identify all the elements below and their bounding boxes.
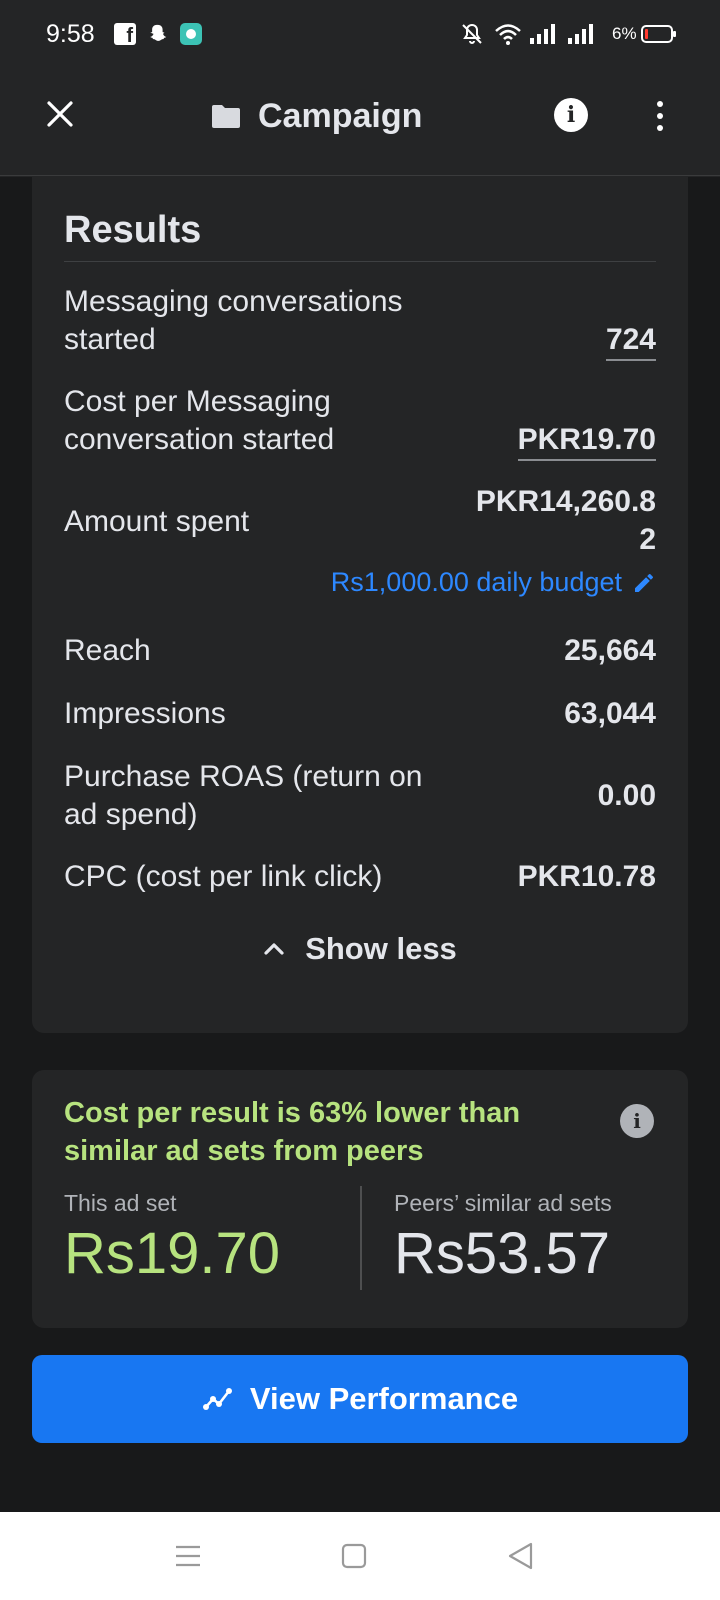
metric-label-impressions: Impressions xyxy=(64,697,226,730)
wifi-icon xyxy=(495,24,521,45)
ring-app-icon xyxy=(180,23,202,45)
folder-icon xyxy=(212,105,240,128)
more-options-button[interactable] xyxy=(640,96,680,136)
signal-icon-1 xyxy=(530,24,555,44)
mute-bell-icon xyxy=(462,23,482,44)
battery-percent: 6% xyxy=(612,24,637,43)
info-icon: i xyxy=(566,102,576,128)
status-time: 9:58 xyxy=(46,20,95,48)
home-square-icon xyxy=(341,1543,367,1569)
peers-ad-sets-label: Peers’ similar ad sets xyxy=(394,1190,612,1216)
snapchat-icon xyxy=(150,24,167,41)
metric-label-amount-spent: Amount spent xyxy=(64,505,250,538)
metric-value-cost-per-messaging[interactable]: PKR19.70 xyxy=(517,421,656,461)
metric-value-amount-spent: PKR14,260.82 xyxy=(475,485,656,556)
this-ad-set-value: Rs19.70 xyxy=(64,1221,281,1286)
daily-budget-label: Rs1,000.00 daily budget xyxy=(330,567,622,597)
system-navigation-bar xyxy=(0,1512,720,1600)
metric-label-reach: Reach xyxy=(64,634,151,667)
content-scroll-area[interactable]: Results Messaging conversations started … xyxy=(0,177,720,1512)
divider xyxy=(64,261,656,262)
peer-info-button[interactable]: i xyxy=(620,1104,654,1138)
view-performance-button[interactable]: View Performance xyxy=(32,1355,688,1443)
nav-recents-button[interactable] xyxy=(172,1540,204,1572)
metric-label-cost-per-messaging: Cost per Messaging conversation started xyxy=(64,385,335,456)
metric-label-cpc: CPC (cost per link click) xyxy=(64,860,383,893)
performance-chart-icon xyxy=(202,1388,232,1410)
metric-label-messaging-conversations: Messaging conversations started xyxy=(64,285,403,356)
peer-comparison-card: Cost per result is 63% lower than simila… xyxy=(32,1070,688,1328)
back-triangle-icon xyxy=(508,1542,533,1570)
status-bar: 9:58 f 6% xyxy=(0,0,720,72)
this-ad-set-label: This ad set xyxy=(64,1190,177,1216)
metric-value-messaging-conversations[interactable]: 724 xyxy=(605,321,656,361)
info-button[interactable]: i xyxy=(554,98,588,132)
peer-comparison-headline: Cost per result is 63% lower than simila… xyxy=(64,1097,521,1167)
info-icon: i xyxy=(633,1109,641,1133)
show-less-button[interactable]: Show less xyxy=(32,931,688,967)
close-icon xyxy=(47,101,73,127)
app-header: Campaign i xyxy=(0,72,720,176)
battery-icon xyxy=(641,25,676,43)
column-divider xyxy=(360,1186,362,1290)
metric-value-reach: 25,664 xyxy=(564,634,656,667)
page-title: Campaign xyxy=(258,96,423,135)
close-button[interactable] xyxy=(40,94,80,134)
menu-lines-icon xyxy=(176,1545,200,1567)
metric-value-cpc: PKR10.78 xyxy=(517,860,656,893)
metric-value-purchase-roas: 0.00 xyxy=(597,779,656,812)
metric-value-impressions: 63,044 xyxy=(564,697,656,730)
edit-pencil-icon xyxy=(635,573,653,592)
metric-label-purchase-roas: Purchase ROAS (return on ad spend) xyxy=(64,760,423,831)
nav-home-button[interactable] xyxy=(338,1540,370,1572)
view-performance-label: View Performance xyxy=(249,1381,519,1416)
chevron-up-icon xyxy=(264,943,284,955)
header-title-group: Campaign xyxy=(210,94,422,138)
facebook-icon: f xyxy=(114,23,136,46)
signal-icon-2 xyxy=(568,24,593,44)
nav-back-button[interactable] xyxy=(504,1540,536,1572)
more-vertical-icon xyxy=(657,101,663,107)
results-card: Results Messaging conversations started … xyxy=(32,177,688,1033)
daily-budget-link[interactable]: Rs1,000.00 daily budget xyxy=(331,567,656,598)
results-title: Results xyxy=(64,209,202,251)
show-less-label: Show less xyxy=(305,931,457,966)
peers-ad-sets-value: Rs53.57 xyxy=(394,1221,611,1286)
